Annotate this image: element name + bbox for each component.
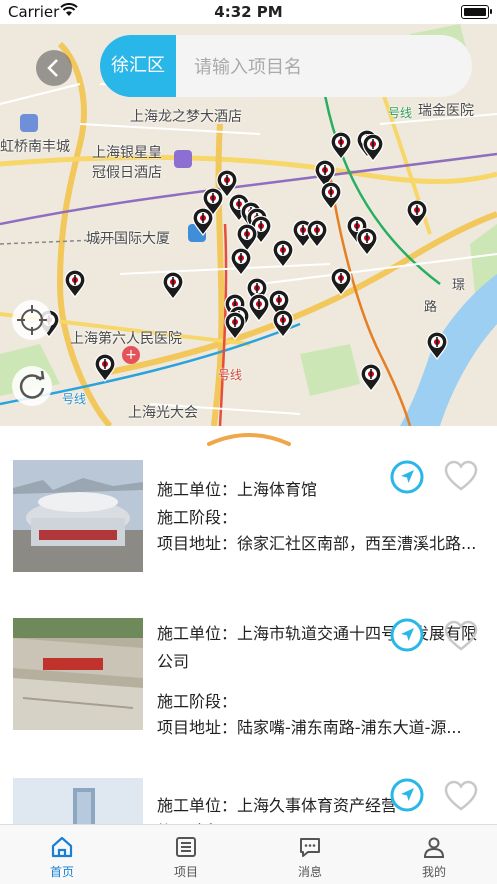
map-label: 上海龙之梦大酒店 [130, 109, 242, 125]
project-marker-icon[interactable] [224, 311, 246, 340]
navigate-button[interactable] [390, 778, 424, 812]
unit-value: 上海体育馆 [237, 480, 318, 499]
project-marker-icon[interactable] [192, 207, 214, 236]
list-item[interactable]: 施工单位：上海体育馆 施工阶段： 项目地址：徐家汇社区南部，西至漕溪北路... [0, 448, 497, 608]
map-label: 号线 [388, 106, 413, 120]
address-label: 项目地址： [157, 718, 238, 737]
refresh-icon [19, 370, 45, 399]
project-marker-icon[interactable] [64, 269, 86, 298]
project-marker-icon[interactable] [230, 247, 252, 276]
list-item[interactable]: 施工单位：上海久事体育资产经营 施工阶段： [0, 768, 497, 824]
hospital-icon: + [122, 346, 140, 364]
district-selector[interactable]: 徐汇区 [100, 35, 176, 97]
back-button[interactable] [36, 50, 72, 86]
tab-home[interactable]: 首页 [0, 825, 124, 884]
drawer-handle-icon[interactable] [205, 430, 293, 448]
tab-profile[interactable]: 我的 [372, 825, 496, 884]
project-marker-icon[interactable] [94, 353, 116, 382]
refresh-button[interactable] [12, 366, 52, 406]
navigate-button[interactable] [390, 460, 424, 494]
map-label: 上海光大会 [128, 405, 198, 421]
map-label: 上海第六人民医院 [70, 331, 182, 347]
tab-messages[interactable]: 消息 [248, 825, 372, 884]
project-marker-icon[interactable] [362, 133, 384, 162]
project-marker-icon[interactable] [330, 267, 352, 296]
tab-label: 我的 [421, 865, 446, 879]
map-label: 城开国际大厦 [86, 231, 170, 247]
map-label: 冠假日酒店 [92, 165, 162, 181]
map-label: 上海银星皇 [92, 145, 162, 161]
tab-label: 消息 [297, 865, 322, 879]
stage-label: 施工阶段： [157, 508, 238, 527]
back-arrow-icon [47, 59, 58, 77]
project-marker-icon[interactable] [162, 271, 184, 300]
list-icon [176, 837, 196, 857]
user-icon [423, 837, 445, 858]
clock: 4:32 PM [214, 3, 283, 21]
message-icon [300, 838, 320, 857]
stage-label: 施工阶段： [157, 692, 238, 711]
map-label: 虹桥南丰城 [0, 139, 70, 155]
project-marker-icon[interactable] [306, 219, 328, 248]
search-bar: 徐汇区 [100, 35, 472, 97]
tab-projects[interactable]: 项目 [124, 825, 248, 884]
project-image [13, 778, 143, 824]
address-value: 陆家嘴-浦东南路-浦东大道-源... [237, 718, 462, 737]
project-marker-icon[interactable] [356, 227, 378, 256]
map-label: 璟 [452, 278, 466, 293]
favorite-heart-icon[interactable] [444, 620, 478, 652]
unit-label: 施工单位： [157, 796, 238, 815]
project-marker-icon[interactable] [426, 331, 448, 360]
map-label: 路 [424, 300, 438, 315]
address-label: 项目地址： [157, 534, 238, 553]
favorite-heart-icon[interactable] [444, 780, 478, 812]
navigate-button[interactable] [390, 618, 424, 652]
unit-label: 施工单位： [157, 624, 238, 643]
project-list: 施工单位：上海体育馆 施工阶段： 项目地址：徐家汇社区南部，西至漕溪北路... [0, 448, 497, 824]
tab-label: 首页 [49, 865, 74, 879]
unit-value: 上海久事体育资产经营 [237, 796, 398, 815]
project-image [13, 460, 143, 572]
hotel-icon [174, 150, 192, 168]
project-image [13, 618, 143, 730]
unit-label: 施工单位： [157, 480, 238, 499]
status-bar: Carrier 4:32 PM [0, 0, 497, 24]
project-marker-icon[interactable] [248, 293, 270, 322]
battery-icon [461, 5, 492, 19]
project-marker-icon[interactable] [272, 309, 294, 338]
project-marker-icon[interactable] [406, 199, 428, 228]
map-label: 号线 [62, 392, 87, 406]
map-label: 瑞金医院 [418, 103, 474, 119]
project-search-input[interactable] [192, 51, 456, 83]
home-icon [51, 836, 73, 858]
project-marker-icon[interactable] [272, 239, 294, 268]
project-marker-icon[interactable] [320, 181, 342, 210]
tab-label: 项目 [173, 865, 198, 879]
map-label: 号线 [218, 368, 243, 382]
crosshair-icon [17, 305, 47, 335]
tab-bar: 首页 项目 消息 我的 [0, 824, 497, 884]
shopping-icon [20, 114, 38, 132]
address-value: 徐家汇社区南部，西至漕溪北路... [237, 534, 477, 553]
list-item[interactable]: 施工单位：上海市轨道交通十四号线发展有限公司 施工阶段： 项目地址：陆家嘴-浦东… [0, 608, 497, 768]
locate-button[interactable] [12, 300, 52, 340]
project-marker-icon[interactable] [360, 363, 382, 392]
project-marker-icon[interactable] [330, 131, 352, 160]
favorite-heart-icon[interactable] [444, 460, 478, 492]
